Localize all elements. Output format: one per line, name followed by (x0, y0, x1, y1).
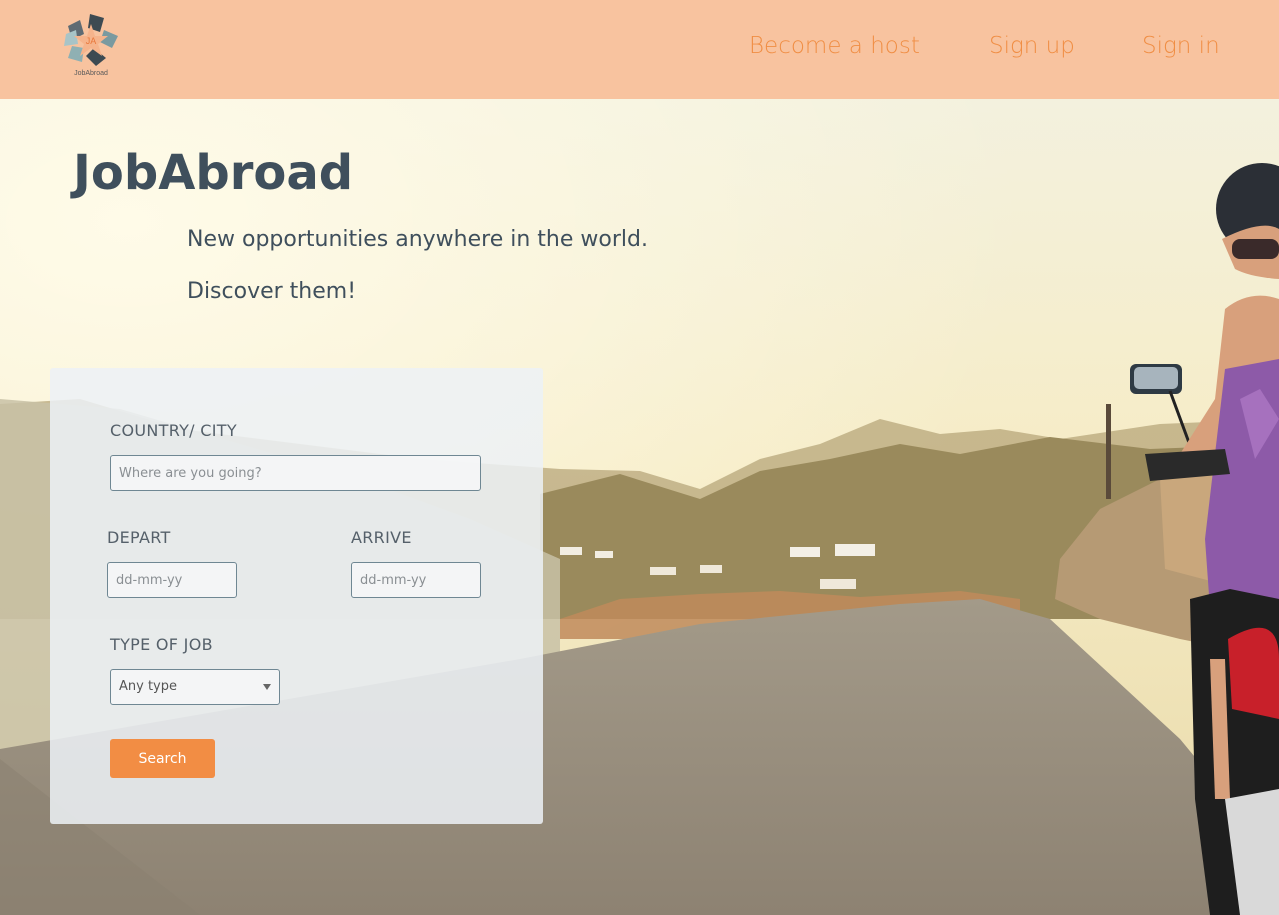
become-host-link[interactable]: Become a host (749, 33, 920, 59)
arrive-label: ARRIVE (351, 528, 412, 547)
logo[interactable]: JA JobAbroad (60, 12, 122, 82)
job-search-panel: COUNTRY/ CITY DEPART ARRIVE TYPE OF JOB … (50, 368, 543, 824)
logo-icon: JA (64, 14, 118, 66)
country-city-label: COUNTRY/ CITY (110, 421, 237, 440)
tagline-line-1: New opportunities anywhere in the world. (187, 227, 648, 252)
depart-label: DEPART (107, 528, 171, 547)
job-type-label: TYPE OF JOB (110, 635, 213, 654)
job-type-selected-value: Any type (119, 679, 177, 694)
search-button[interactable]: Search (110, 739, 215, 778)
tagline-line-2: Discover them! (187, 279, 357, 304)
sign-up-link[interactable]: Sign up (989, 33, 1075, 59)
country-city-input[interactable] (110, 455, 481, 491)
top-navbar: JA JobAbroad Become a host Sign up Sign … (0, 0, 1279, 99)
page-title: JobAbroad (73, 145, 354, 201)
job-type-select[interactable]: Any type (110, 669, 280, 705)
depart-date-input[interactable] (107, 562, 237, 598)
logo-initials: JA (86, 36, 97, 46)
sign-in-link[interactable]: Sign in (1142, 33, 1220, 59)
logo-text: JobAbroad (74, 70, 108, 77)
chevron-down-icon (263, 684, 271, 690)
arrive-date-input[interactable] (351, 562, 481, 598)
